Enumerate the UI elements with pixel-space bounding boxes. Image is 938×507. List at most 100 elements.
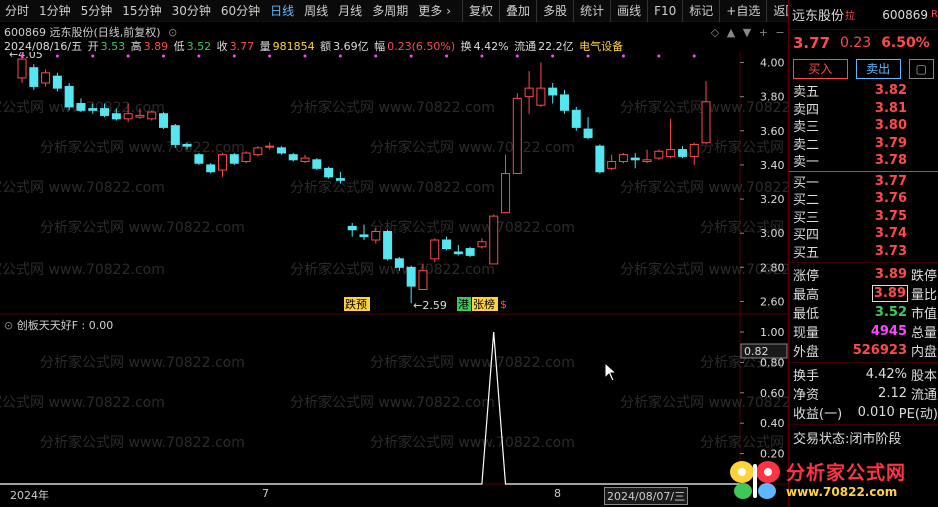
candle: [548, 83, 558, 104]
x-label-july: 7: [262, 487, 269, 500]
stat2-value: 2.12: [878, 386, 907, 401]
candle: [477, 238, 487, 249]
period-tab-6[interactable]: 日线: [265, 0, 299, 22]
candle-body: [394, 258, 404, 268]
ask-row[interactable]: 卖五 3.82: [789, 82, 938, 100]
function-tab-1[interactable]: 叠加: [499, 0, 536, 22]
candle: [430, 238, 440, 263]
indicator-settings-icon[interactable]: ⊙: [4, 319, 13, 332]
function-tab-5[interactable]: F10: [647, 0, 682, 22]
candle-body: [536, 87, 546, 106]
period-tab-8[interactable]: 月线: [333, 0, 367, 22]
signal-dot: [303, 54, 307, 58]
candle: [689, 142, 699, 165]
bid-row[interactable]: 买一 3.77: [789, 173, 938, 191]
square-icon[interactable]: ▢: [908, 59, 934, 79]
candle-body: [135, 114, 145, 118]
bid-row[interactable]: 买四 3.74: [789, 225, 938, 243]
function-tab-4[interactable]: 画线: [610, 0, 647, 22]
buy-button[interactable]: 买入: [793, 59, 848, 79]
period-tab-3[interactable]: 15分钟: [117, 0, 166, 22]
candle: [536, 62, 546, 107]
candle: [288, 152, 298, 162]
bid-label: 买四: [793, 228, 820, 244]
ask-row[interactable]: 卖二 3.79: [789, 135, 938, 153]
y-tick-label: 3.60: [760, 125, 785, 138]
minus-icon[interactable]: −: [775, 26, 784, 39]
ind-y-tick-label: 0.40: [760, 417, 785, 430]
ask-price: 3.80: [874, 118, 907, 134]
quote-panel: 远东股份 拉 600869 R 3.77 0.23 6.50% 买入 卖出 ▢ …: [788, 0, 938, 507]
ask-row[interactable]: 卖三 3.80: [789, 117, 938, 135]
function-tab-2[interactable]: 多股: [536, 0, 573, 22]
watermark-text: 分析家公式网 www.70822.com: [0, 394, 165, 411]
signal-tag-text: $: [500, 298, 507, 311]
function-tab-6[interactable]: 标记: [682, 0, 719, 22]
period-tab-1[interactable]: 1分钟: [34, 0, 76, 22]
candle: [512, 93, 522, 174]
signal-dot: [621, 54, 625, 58]
kline-chart[interactable]: 分析家公式网 www.70822.com 分析家公式网 www.70822.com…: [0, 52, 788, 507]
function-tab-0[interactable]: 复权: [462, 0, 499, 22]
period-tab-7[interactable]: 周线: [299, 0, 333, 22]
watermark-text: 分析家公式网 www.70822.com: [370, 434, 575, 451]
period-tab-5[interactable]: 60分钟: [216, 0, 265, 22]
candle: [159, 112, 169, 130]
down-icon[interactable]: ▼: [743, 26, 751, 39]
price-change-pct: 6.50%: [881, 35, 930, 51]
watermark-text: 分析家公式网 www.70822.com: [290, 179, 495, 196]
period-tab-10[interactable]: 更多 ›: [413, 0, 456, 22]
candle-body: [642, 159, 652, 163]
y-tick-label: 2.60: [760, 295, 785, 308]
signal-dot: [338, 54, 342, 58]
candle: [324, 166, 334, 179]
signal-dot: [197, 54, 201, 58]
stat-right-label: 总量: [911, 326, 938, 341]
period-tab-9[interactable]: 多周期: [367, 0, 413, 22]
bid-row[interactable]: 买二 3.76: [789, 190, 938, 208]
x-label-cursor-date: 2024/08/07/三: [604, 487, 689, 505]
plus-icon[interactable]: +: [759, 26, 768, 39]
signal-tag: $: [500, 298, 507, 311]
stock-name: 远东股份: [792, 9, 845, 24]
price-change: 0.23: [840, 35, 872, 51]
candle: [229, 152, 239, 165]
ask-row[interactable]: 卖一 3.78: [789, 152, 938, 170]
bid-row[interactable]: 买五 3.73: [789, 243, 938, 261]
logo-title: 分析家公式网: [786, 462, 907, 484]
ask-label: 卖二: [793, 137, 820, 153]
period-tab-2[interactable]: 5分钟: [76, 0, 118, 22]
ask-row[interactable]: 卖四 3.81: [789, 100, 938, 118]
stat-row: 涨停 3.89 跌停: [789, 265, 938, 284]
high-marker-label: ←4.05: [9, 52, 43, 61]
diamond-icon[interactable]: ◇: [711, 26, 719, 39]
candle: [701, 81, 711, 145]
stat-label: 涨停: [793, 269, 820, 284]
period-tab-4[interactable]: 30分钟: [167, 0, 216, 22]
up-icon[interactable]: ▲: [727, 26, 735, 39]
stat-value: 526923: [852, 343, 907, 358]
function-tab-7[interactable]: +自选: [719, 0, 766, 22]
stat-label: 外盘: [793, 345, 820, 360]
stat-right-label: 内盘: [911, 345, 938, 360]
candle-body: [347, 225, 357, 231]
candle-body: [512, 97, 522, 174]
sell-button[interactable]: 卖出: [855, 59, 901, 79]
stat2-row: 净资 2.12 流通: [789, 384, 938, 403]
trade-state-row: 交易状态: 闭市阶段: [789, 427, 938, 447]
period-tab-0[interactable]: 分时: [0, 0, 34, 22]
stat-label: 最低: [793, 307, 820, 322]
bid-row[interactable]: 买三 3.75: [789, 208, 938, 226]
stats2-list: 换手 4.42% 股本 净资 2.12 流通 收益(一) 0.010 PE(动): [789, 365, 938, 422]
watermark-text: 分析家公式网 www.70822.com: [370, 139, 575, 156]
candle: [276, 146, 286, 155]
candle: [64, 83, 74, 111]
function-tab-3[interactable]: 统计: [573, 0, 610, 22]
candle-body: [194, 154, 204, 164]
candle: [241, 151, 251, 164]
candle: [642, 149, 652, 164]
stat-value-boxed: 3.89: [871, 285, 909, 302]
bid-price: 3.75: [874, 208, 907, 224]
candle: [265, 142, 275, 150]
candle-body: [418, 270, 428, 291]
